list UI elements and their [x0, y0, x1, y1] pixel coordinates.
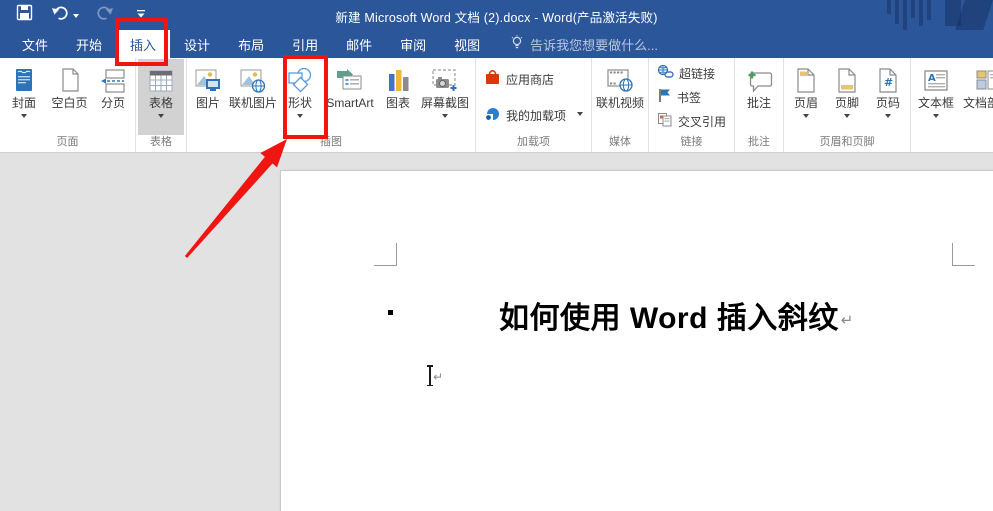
chevron-down-icon — [442, 114, 448, 121]
margin-corner-right — [952, 243, 975, 266]
tab-references[interactable]: 引用 — [278, 30, 332, 58]
chevron-down-icon — [803, 114, 810, 121]
chevron-down-icon — [885, 114, 892, 121]
online-pictures-button[interactable]: 联机图片 — [227, 59, 279, 135]
document-page[interactable]: 如何使用 Word 插入斜纹 ↵ ↵ — [280, 170, 993, 511]
margin-corner-left — [374, 243, 397, 266]
text-box-button[interactable]: A 文本框 — [913, 59, 959, 135]
tab-review[interactable]: 审阅 — [386, 30, 440, 58]
cross-reference-button[interactable]: 交叉引用 — [657, 109, 726, 133]
cursor-paragraph-mark: ↵ — [433, 370, 444, 384]
online-video-button[interactable]: 联机视频 — [594, 59, 646, 135]
text-box-icon: A — [923, 64, 949, 97]
hyperlink-icon — [657, 64, 674, 82]
ribbon-group-illustrations: 图片 联机图片 形状 SmartArt 图表 屏幕截图 插图 — [187, 58, 476, 152]
group-label-text — [913, 135, 993, 152]
ribbon-group-links: 超链接 书签 交叉引用 链接 — [649, 58, 736, 152]
chevron-down-icon — [577, 111, 584, 119]
online-video-icon — [605, 64, 635, 97]
group-label-pages: 页面 — [56, 136, 79, 148]
tab-file[interactable]: 文件 — [8, 30, 62, 58]
chart-icon — [386, 64, 410, 97]
comment-icon — [744, 64, 774, 97]
blank-page-icon — [59, 64, 81, 97]
document-heading: 如何使用 Word 插入斜纹 ↵ — [499, 302, 854, 335]
ribbon-group-text: A 文本框 文档部件 — [911, 58, 993, 152]
my-addins-button[interactable]: 我的加载项 — [484, 103, 584, 127]
chevron-down-icon — [844, 114, 851, 121]
smartart-icon — [335, 64, 365, 97]
tab-mailings[interactable]: 邮件 — [332, 30, 386, 58]
footer-icon — [836, 64, 858, 97]
table-icon — [148, 64, 174, 97]
page-number-icon: # — [877, 64, 899, 97]
online-picture-icon — [240, 64, 266, 97]
tab-insert[interactable]: 插入 — [116, 30, 171, 58]
page-break-icon — [100, 64, 126, 97]
text-cursor — [427, 365, 432, 386]
ribbon-group-tables: 表格 表格 — [136, 58, 187, 152]
tell-me-placeholder: 告诉我您想要做什么... — [530, 37, 658, 53]
list-bullet — [388, 310, 393, 315]
picture-icon — [195, 64, 221, 97]
addins-icon — [484, 105, 501, 125]
svg-text:#: # — [884, 76, 893, 89]
tab-design[interactable]: 设计 — [170, 30, 224, 58]
window-title: 新建 Microsoft Word 文档 (2).docx - Word(产品激… — [335, 11, 658, 25]
bookmark-button[interactable]: 书签 — [657, 85, 726, 109]
ribbon-group-header-footer: 页眉 页脚 # 页码 页眉和页脚 — [784, 58, 912, 152]
quick-parts-button[interactable]: 文档部件 — [959, 59, 993, 135]
ribbon-group-media: 联机视频 媒体 — [592, 58, 650, 152]
ribbon-group-comments: 批注 批注 — [735, 58, 785, 152]
document-workspace: 如何使用 Word 插入斜纹 ↵ ↵ — [0, 153, 993, 511]
shapes-icon — [286, 64, 314, 97]
store-icon — [484, 69, 501, 89]
footer-button[interactable]: 页脚 — [826, 59, 868, 135]
paragraph-mark: ↵ — [840, 312, 854, 330]
chevron-down-icon — [933, 114, 940, 121]
ribbon-tabs: 文件 开始 插入 设计 布局 引用 邮件 审阅 视图 告诉我您想要做什么... — [0, 30, 993, 58]
tab-layout[interactable]: 布局 — [224, 30, 278, 58]
group-label-addins: 加载项 — [517, 136, 550, 148]
svg-text:A: A — [928, 73, 936, 84]
comment-button[interactable]: 批注 — [737, 59, 781, 135]
chevron-down-icon — [158, 114, 164, 121]
tab-view[interactable]: 视图 — [440, 30, 494, 58]
tell-me-box[interactable]: 告诉我您想要做什么... — [510, 30, 658, 58]
group-label-illustrations: 插图 — [320, 136, 342, 148]
page-number-button[interactable]: # 页码 — [868, 59, 908, 135]
chevron-down-icon — [297, 114, 303, 121]
word-window: 新建 Microsoft Word 文档 (2).docx - Word(产品激… — [0, 0, 993, 511]
blank-page-button[interactable]: 空白页 — [46, 59, 93, 135]
group-label-comments: 批注 — [748, 136, 771, 148]
pictures-button[interactable]: 图片 — [189, 59, 227, 135]
screenshot-icon — [430, 64, 460, 97]
shapes-button[interactable]: 形状 — [279, 59, 321, 135]
group-label-media: 媒体 — [609, 136, 632, 148]
header-button[interactable]: 页眉 — [786, 59, 826, 135]
header-icon — [795, 64, 817, 97]
hyperlink-button[interactable]: 超链接 — [657, 61, 726, 85]
tab-home[interactable]: 开始 — [62, 30, 116, 58]
page-break-button[interactable]: 分页 — [93, 59, 133, 135]
screenshot-button[interactable]: 屏幕截图 — [417, 59, 473, 135]
cross-reference-icon — [657, 112, 673, 130]
cover-page-button[interactable]: 封面 — [2, 59, 46, 135]
bookmark-icon — [657, 88, 672, 106]
ribbon-group-pages: 封面 空白页 分页 页面 — [0, 58, 136, 152]
lightbulb-icon — [510, 35, 524, 53]
store-button[interactable]: 应用商店 — [484, 67, 583, 91]
group-label-header-footer: 页眉和页脚 — [819, 136, 875, 148]
chevron-down-icon — [21, 114, 27, 121]
group-label-tables: 表格 — [150, 136, 172, 148]
table-button[interactable]: 表格 — [138, 59, 184, 135]
title-bar: 新建 Microsoft Word 文档 (2).docx - Word(产品激… — [0, 0, 993, 44]
ribbon-group-addins: 应用商店 我的加载项 加载项 — [476, 58, 593, 152]
ribbon: 封面 空白页 分页 页面 表格 表格 图片 联机图片 形状 SmartArt 图… — [0, 58, 993, 153]
cover-page-icon — [13, 64, 35, 97]
smartart-button[interactable]: SmartArt — [321, 59, 379, 135]
group-label-links: 链接 — [680, 136, 703, 148]
quick-parts-icon — [974, 64, 993, 97]
chart-button[interactable]: 图表 — [379, 59, 417, 135]
